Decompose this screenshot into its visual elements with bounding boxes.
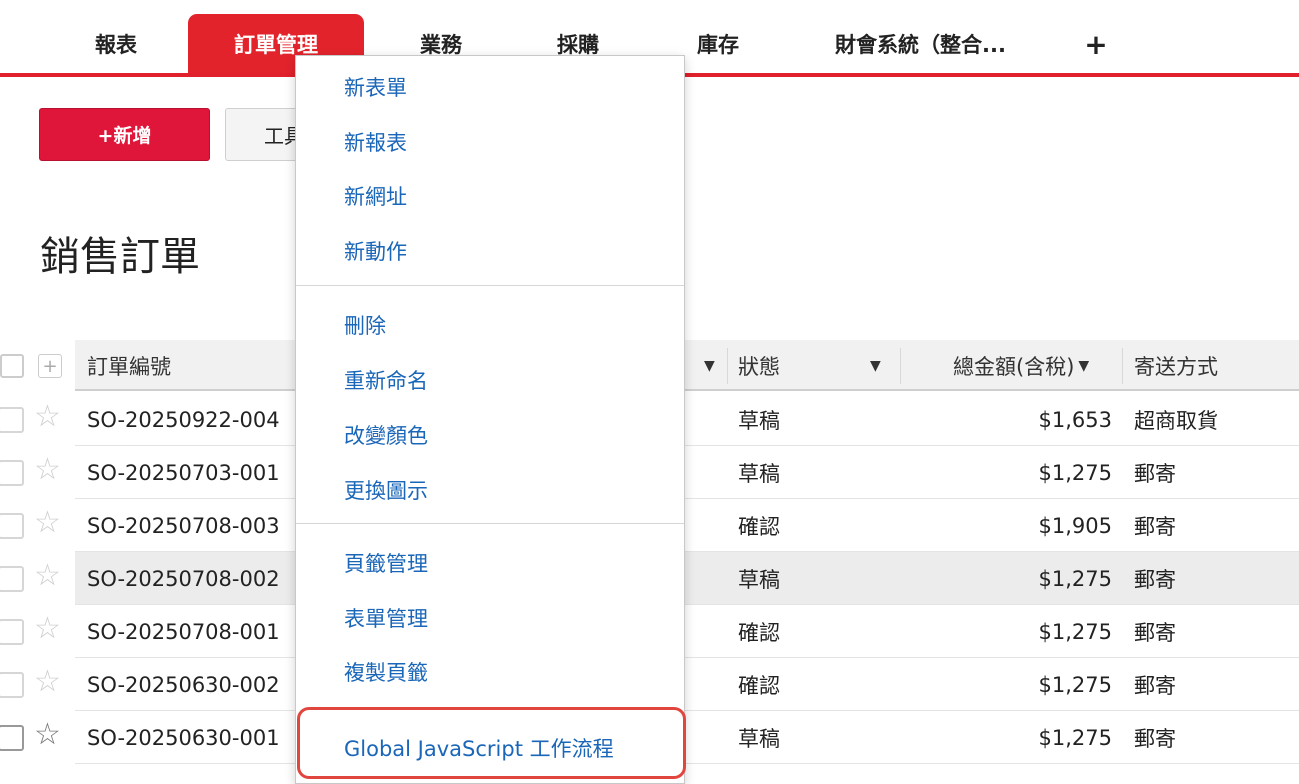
cell-total: $1,275 bbox=[1038, 672, 1112, 697]
row-checkbox[interactable] bbox=[0, 513, 24, 539]
cell-total: $1,275 bbox=[1038, 460, 1112, 485]
header-order-no[interactable]: 訂單編號 bbox=[87, 340, 171, 391]
star-icon[interactable]: ☆ bbox=[34, 402, 61, 432]
cell-shipping: 郵寄 bbox=[1134, 461, 1176, 486]
cell-order-no[interactable]: SO-20250630-001 bbox=[87, 711, 280, 764]
cell-status: 確認 bbox=[738, 673, 780, 698]
menu-item-rename[interactable]: 重新命名 bbox=[344, 365, 428, 395]
menu-item-change-icon[interactable]: 更換圖示 bbox=[344, 475, 428, 505]
star-icon[interactable]: ☆ bbox=[34, 614, 61, 644]
cell-total: $1,653 bbox=[1038, 407, 1112, 432]
row-checkbox[interactable] bbox=[0, 407, 24, 433]
cell-status: 確認 bbox=[738, 620, 780, 645]
menu-item-delete[interactable]: 刪除 bbox=[344, 310, 386, 340]
menu-item-new-form[interactable]: 新表單 bbox=[344, 72, 407, 102]
table-header-background bbox=[75, 340, 1299, 391]
select-all-checkbox[interactable] bbox=[0, 354, 24, 378]
header-order-no-label: 訂單編號 bbox=[87, 354, 171, 379]
row-checkbox[interactable] bbox=[0, 619, 24, 645]
row-checkbox[interactable] bbox=[0, 460, 24, 486]
menu-item-new-report[interactable]: 新報表 bbox=[344, 127, 407, 157]
add-tab-button[interactable]: + bbox=[1076, 14, 1116, 74]
cell-status: 草稿 bbox=[738, 726, 780, 751]
cell-total: $1,275 bbox=[1038, 566, 1112, 591]
menu-item-change-color[interactable]: 改變顏色 bbox=[344, 420, 428, 450]
cell-order-no[interactable]: SO-20250708-002 bbox=[87, 552, 280, 605]
new-button[interactable]: +新增 bbox=[39, 108, 210, 161]
cell-order-no[interactable]: SO-20250703-001 bbox=[87, 446, 280, 499]
column-divider bbox=[900, 348, 901, 384]
menu-item-tab-management[interactable]: 頁籤管理 bbox=[344, 548, 428, 578]
cell-order-no[interactable]: SO-20250708-003 bbox=[87, 499, 280, 552]
star-icon[interactable]: ☆ bbox=[34, 561, 61, 591]
cell-shipping: 郵寄 bbox=[1134, 514, 1176, 539]
cell-status: 草稿 bbox=[738, 461, 780, 486]
header-status-caret[interactable]: ▼ bbox=[860, 340, 881, 391]
tab-reports[interactable]: 報表 bbox=[70, 14, 162, 74]
cell-shipping: 郵寄 bbox=[1134, 726, 1176, 751]
star-icon[interactable]: ☆ bbox=[34, 720, 61, 750]
row-checkbox[interactable] bbox=[0, 725, 24, 751]
column-divider bbox=[727, 348, 728, 384]
chevron-down-icon: ▼ bbox=[1078, 357, 1090, 374]
header-total[interactable]: 總金額(含稅) ▼ bbox=[953, 340, 1089, 391]
cell-status: 確認 bbox=[738, 514, 780, 539]
header-status-label: 狀態 bbox=[738, 354, 780, 379]
highlight-outline bbox=[297, 707, 686, 779]
star-icon[interactable]: ☆ bbox=[34, 455, 61, 485]
cell-status: 草稿 bbox=[738, 567, 780, 592]
header-shipping-label: 寄送方式 bbox=[1134, 354, 1218, 379]
row-checkbox[interactable] bbox=[0, 672, 24, 698]
add-column-button[interactable]: + bbox=[38, 354, 62, 378]
star-icon[interactable]: ☆ bbox=[34, 667, 61, 697]
cell-order-no[interactable]: SO-20250630-002 bbox=[87, 658, 280, 711]
chevron-down-icon: ▼ bbox=[704, 357, 715, 374]
cell-status: 草稿 bbox=[738, 408, 780, 433]
tab-inventory[interactable]: 庫存 bbox=[672, 14, 764, 74]
cell-order-no[interactable]: SO-20250922-004 bbox=[87, 393, 280, 446]
cell-total: $1,905 bbox=[1038, 513, 1112, 538]
header-prev-column-caret[interactable]: ▼ bbox=[694, 340, 715, 391]
menu-item-new-url[interactable]: 新網址 bbox=[344, 181, 407, 211]
menu-divider bbox=[296, 523, 684, 524]
header-shipping[interactable]: 寄送方式 bbox=[1134, 340, 1218, 391]
row-checkbox[interactable] bbox=[0, 566, 24, 592]
cell-total: $1,275 bbox=[1038, 619, 1112, 644]
cell-shipping: 超商取貨 bbox=[1134, 408, 1218, 433]
page-title: 銷售訂單 bbox=[40, 234, 200, 280]
column-divider bbox=[1122, 348, 1123, 384]
menu-item-copy-tab[interactable]: 複製頁籤 bbox=[344, 657, 428, 687]
cell-order-no[interactable]: SO-20250708-001 bbox=[87, 605, 280, 658]
menu-item-form-management[interactable]: 表單管理 bbox=[344, 603, 428, 633]
cell-total: $1,275 bbox=[1038, 725, 1112, 750]
menu-divider bbox=[296, 285, 684, 286]
menu-item-new-action[interactable]: 新動作 bbox=[344, 236, 407, 266]
cell-shipping: 郵寄 bbox=[1134, 620, 1176, 645]
header-total-label: 總金額(含稅) bbox=[953, 354, 1075, 379]
header-status[interactable]: 狀態 bbox=[738, 340, 780, 391]
chevron-down-icon: ▼ bbox=[870, 357, 881, 374]
cell-shipping: 郵寄 bbox=[1134, 673, 1176, 698]
tab-finance[interactable]: 財會系統（整合... bbox=[818, 14, 1023, 74]
star-icon[interactable]: ☆ bbox=[34, 508, 61, 538]
tab-context-menu: 新表單 新報表 新網址 新動作 刪除 重新命名 改變顏色 更換圖示 頁籤管理 表… bbox=[295, 55, 685, 784]
cell-shipping: 郵寄 bbox=[1134, 567, 1176, 592]
